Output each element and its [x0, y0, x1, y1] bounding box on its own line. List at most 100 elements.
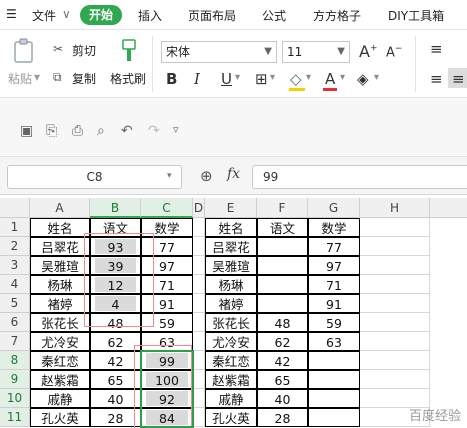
copy-button[interactable]: 复制 [72, 70, 96, 87]
table-cell[interactable]: 59 [308, 313, 360, 332]
table-cell[interactable] [193, 351, 205, 370]
eraser-icon[interactable]: ◈ [357, 70, 369, 88]
table-cell[interactable]: 秦红恋 [30, 351, 90, 370]
name-box[interactable]: C8 [7, 165, 182, 189]
menu-icon[interactable]: ☰ [6, 7, 17, 21]
row-header[interactable]: 6 [0, 313, 30, 332]
table-cell[interactable]: 48 [90, 313, 141, 332]
table-cell[interactable]: 28 [257, 408, 308, 427]
table-cell[interactable]: 戚静 [205, 389, 257, 408]
fill-color-icon[interactable]: ◇ [290, 70, 302, 88]
font-name-select[interactable]: 宋体 ▼ [161, 41, 277, 63]
fx-button[interactable]: fx [227, 166, 240, 182]
table-cell[interactable]: 77 [308, 237, 360, 256]
column-header[interactable]: H [360, 198, 430, 218]
table-cell[interactable]: 杨琳 [30, 275, 90, 294]
table-cell[interactable] [193, 218, 205, 237]
table-cell[interactable] [257, 256, 308, 275]
table-cell[interactable]: 63 [308, 332, 360, 351]
table-cell[interactable] [193, 389, 205, 408]
print-icon[interactable]: ⎙ [72, 123, 83, 139]
tab-insert[interactable]: 插入 [138, 7, 162, 24]
table-cell[interactable]: 77 [141, 237, 193, 256]
table-cell[interactable]: 吕翠花 [30, 237, 90, 256]
table-cell[interactable]: 数学 [308, 218, 360, 237]
select-all-corner[interactable] [0, 198, 30, 218]
chevron-down-icon[interactable]: ▾ [306, 72, 311, 83]
table-cell[interactable]: 92 [141, 389, 193, 408]
row-header[interactable]: 5 [0, 294, 30, 313]
table-cell[interactable] [360, 370, 430, 389]
table-cell[interactable]: 71 [308, 275, 360, 294]
font-shrink-icon[interactable]: A− [386, 44, 402, 60]
table-cell[interactable]: 97 [141, 256, 193, 275]
table-cell[interactable]: 65 [257, 370, 308, 389]
table-cell[interactable]: 100 [141, 370, 193, 389]
column-header[interactable]: G [308, 198, 360, 218]
formula-input[interactable]: 99 [252, 165, 467, 189]
table-cell[interactable] [257, 294, 308, 313]
table-cell[interactable]: 戚静 [30, 389, 90, 408]
print-preview-icon[interactable]: ⌕ [97, 123, 105, 139]
table-cell[interactable]: 97 [308, 256, 360, 275]
row-header[interactable]: 11 [0, 408, 30, 427]
export-pdf-icon[interactable]: ⎘ [46, 123, 57, 139]
table-cell[interactable]: 吕翠花 [205, 237, 257, 256]
column-header[interactable]: F [257, 198, 308, 218]
table-cell[interactable]: 39 [90, 256, 141, 275]
table-cell[interactable]: 杨琳 [205, 275, 257, 294]
bold-button[interactable]: B [166, 70, 177, 88]
customize-icon[interactable]: ▿ [173, 123, 179, 136]
row-header[interactable]: 3 [0, 256, 30, 275]
table-cell[interactable]: 尤冷安 [30, 332, 90, 351]
chevron-down-icon[interactable]: ∨ [62, 7, 71, 21]
table-cell[interactable] [193, 370, 205, 389]
table-cell[interactable]: 数学 [141, 218, 193, 237]
table-cell[interactable]: 99 [141, 351, 193, 370]
table-cell[interactable]: 秦红恋 [205, 351, 257, 370]
copy-icon[interactable]: ⧉ [53, 70, 62, 85]
cut-button[interactable]: 剪切 [72, 42, 96, 59]
table-cell[interactable]: 48 [257, 313, 308, 332]
table-cell[interactable] [308, 389, 360, 408]
table-cell[interactable]: 62 [257, 332, 308, 351]
table-cell[interactable] [193, 294, 205, 313]
undo-icon[interactable]: ↶ [121, 123, 133, 139]
table-cell[interactable] [257, 237, 308, 256]
table-cell[interactable]: 40 [257, 389, 308, 408]
row-header[interactable]: 10 [0, 389, 30, 408]
menu-file[interactable]: 文件 [32, 7, 56, 24]
table-cell[interactable] [308, 351, 360, 370]
italic-button[interactable]: I [194, 70, 200, 88]
table-cell[interactable]: 褚婷 [30, 294, 90, 313]
table-cell[interactable]: 赵紫霜 [205, 370, 257, 389]
font-grow-icon[interactable]: A+ [359, 42, 378, 61]
table-cell[interactable] [360, 218, 430, 237]
chevron-down-icon[interactable]: ▾ [374, 72, 379, 83]
table-cell[interactable] [193, 332, 205, 351]
format-painter-button[interactable]: 格式刷 [110, 70, 146, 87]
scissors-icon[interactable]: ✂ [53, 42, 63, 56]
font-color-button[interactable]: A [325, 70, 335, 88]
table-cell[interactable]: 28 [90, 408, 141, 427]
table-cell[interactable] [193, 408, 205, 427]
paste-button[interactable]: 粘贴 [8, 70, 32, 87]
table-cell[interactable]: 12 [90, 275, 141, 294]
tab-page-layout[interactable]: 页面布局 [188, 7, 236, 24]
column-header[interactable]: E [205, 198, 257, 218]
column-header[interactable]: B [90, 198, 141, 218]
table-cell[interactable] [257, 275, 308, 294]
table-cell[interactable]: 4 [90, 294, 141, 313]
table-cell[interactable]: 93 [90, 237, 141, 256]
chevron-down-icon[interactable]: ▾ [167, 171, 172, 181]
table-cell[interactable] [360, 332, 430, 351]
table-cell[interactable] [308, 408, 360, 427]
table-cell[interactable] [360, 294, 430, 313]
row-header[interactable]: 1 [0, 218, 30, 237]
table-cell[interactable]: 40 [90, 389, 141, 408]
row-header[interactable]: 2 [0, 237, 30, 256]
table-cell[interactable] [308, 370, 360, 389]
column-header[interactable]: A [30, 198, 90, 218]
table-cell[interactable]: 65 [90, 370, 141, 389]
table-cell[interactable] [193, 256, 205, 275]
